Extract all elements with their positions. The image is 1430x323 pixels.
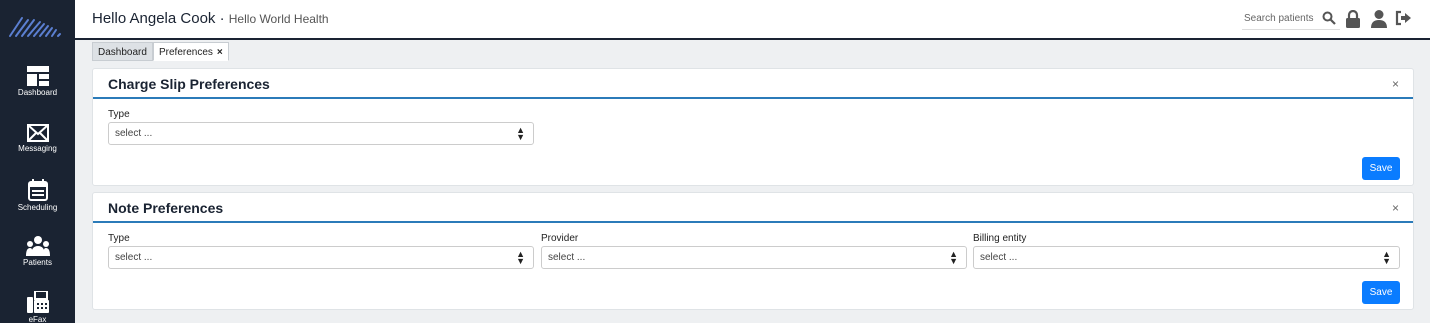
tab-label: Preferences (159, 47, 213, 58)
sidebar-item-scheduling[interactable]: Scheduling (0, 179, 75, 212)
sidebar-item-label: Messaging (18, 144, 57, 153)
fax-icon (26, 291, 49, 313)
panel-header: Charge Slip Preferences × (93, 69, 1413, 99)
save-button[interactable]: Save (1362, 281, 1400, 304)
sort-caret-icon: ▲ ▼ (1382, 249, 1391, 266)
sidebar-item-efax[interactable]: eFax (0, 291, 75, 323)
panel-title: Charge Slip Preferences (108, 76, 270, 92)
sidebar-item-patients[interactable]: Patients (0, 236, 75, 267)
save-button[interactable]: Save (1362, 157, 1400, 180)
type-select[interactable]: select ... ▲ ▼ (108, 246, 534, 269)
type-label: Type (108, 233, 130, 244)
logo-icon[interactable] (8, 12, 64, 38)
sidebar-item-label: Patients (23, 258, 52, 267)
search-icon[interactable] (1322, 11, 1336, 25)
type-select[interactable]: select ... ▲ ▼ (108, 122, 534, 145)
sidebar-item-label: eFax (28, 315, 47, 323)
select-value: select ... (115, 252, 153, 263)
sort-caret-icon: ▲ ▼ (949, 249, 958, 266)
user-icon[interactable] (1371, 10, 1387, 28)
envelope-icon (26, 124, 49, 142)
org-name: Hello World Health (228, 12, 329, 26)
provider-label: Provider (541, 233, 579, 244)
note-preferences-panel: Note Preferences × Type select ... ▲ ▼ Pr… (92, 192, 1414, 310)
dashboard-icon (26, 66, 49, 86)
close-icon[interactable]: × (217, 47, 223, 58)
sidebar-item-label: Scheduling (17, 203, 58, 212)
tab-preferences[interactable]: Preferences × (153, 42, 229, 61)
charge-slip-preferences-panel: Charge Slip Preferences × Type select ..… (92, 68, 1414, 186)
sidebar-item-messaging[interactable]: Messaging (0, 124, 75, 153)
select-value: select ... (115, 128, 153, 139)
sidebar: Dashboard Messaging Scheduling Patients … (0, 0, 75, 323)
select-value: select ... (548, 252, 586, 263)
panel-title: Note Preferences (108, 200, 224, 216)
billing-entity-label: Billing entity (973, 233, 1027, 244)
search-patients[interactable]: Search patients (1242, 8, 1340, 30)
tab-dashboard[interactable]: Dashboard (92, 42, 153, 61)
sort-caret-icon: ▲ ▼ (516, 125, 525, 142)
calendar-icon (27, 179, 48, 201)
close-icon[interactable]: × (1392, 77, 1399, 91)
search-input[interactable]: Search patients (1244, 13, 1314, 24)
lock-icon[interactable] (1346, 10, 1360, 28)
logout-icon[interactable] (1395, 10, 1411, 26)
greeting-separator: · (215, 10, 229, 27)
tab-label: Dashboard (98, 47, 147, 58)
billing-entity-select[interactable]: select ... ▲ ▼ (973, 246, 1400, 269)
panel-header: Note Preferences × (93, 193, 1413, 223)
greeting-name: Hello Angela Cook (92, 10, 216, 27)
sort-caret-icon: ▲ ▼ (516, 249, 525, 266)
sidebar-item-label: Dashboard (17, 88, 58, 97)
greeting: Hello Angela Cook · Hello World Health (92, 10, 329, 27)
top-header: Hello Angela Cook · Hello World Health S… (75, 0, 1430, 40)
close-icon[interactable]: × (1392, 201, 1399, 215)
select-value: select ... (980, 252, 1018, 263)
users-icon (25, 236, 50, 256)
provider-select[interactable]: select ... ▲ ▼ (541, 246, 967, 269)
sidebar-item-dashboard[interactable]: Dashboard (0, 66, 75, 97)
type-label: Type (108, 109, 130, 120)
